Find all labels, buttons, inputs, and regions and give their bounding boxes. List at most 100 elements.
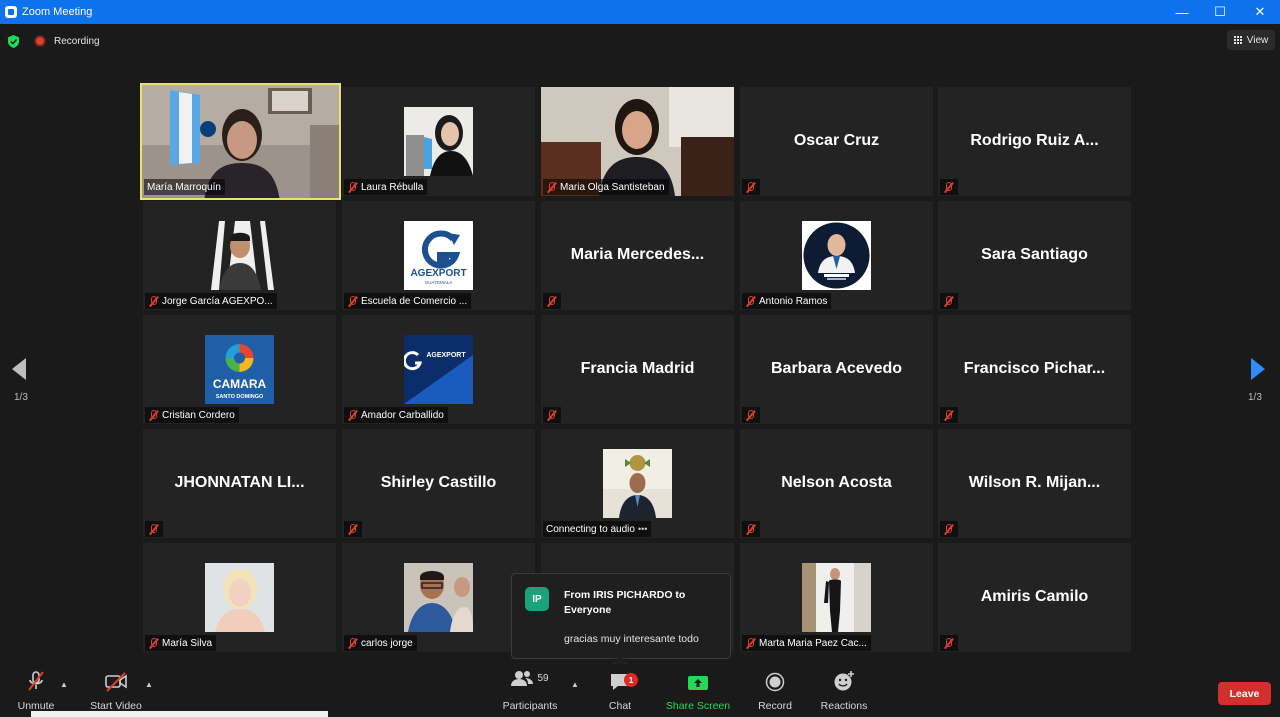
video-options-chevron-icon[interactable]: ▲ bbox=[145, 680, 153, 689]
participants-options-chevron-icon[interactable]: ▲ bbox=[571, 680, 579, 689]
participant-tile[interactable]: Francisco Pichar... bbox=[938, 315, 1131, 424]
muted-mic-icon bbox=[745, 637, 756, 649]
muted-mic-icon bbox=[745, 181, 756, 193]
profile-picture bbox=[802, 563, 871, 632]
leave-button[interactable]: Leave bbox=[1218, 682, 1271, 705]
participant-name: Amador Carballido bbox=[361, 409, 444, 421]
close-icon[interactable]: ✕ bbox=[1240, 0, 1280, 24]
recording-label[interactable]: Recording bbox=[54, 36, 100, 47]
participant-name-label bbox=[940, 635, 958, 651]
share-screen-icon bbox=[688, 676, 708, 690]
chat-notification-popup[interactable]: IP From IRIS PICHARDO to Everyone gracia… bbox=[511, 573, 731, 671]
participant-tile[interactable]: Oscar Cruz bbox=[740, 87, 933, 196]
participant-tile[interactable]: Barbara Acevedo bbox=[740, 315, 933, 424]
logo-text: AGEXPORT bbox=[426, 352, 466, 359]
participant-tile[interactable]: Amiris Camilo bbox=[938, 543, 1131, 652]
record-button[interactable]: Record bbox=[755, 664, 795, 717]
video-off-icon bbox=[105, 672, 127, 692]
profile-picture bbox=[603, 449, 672, 518]
participant-name: Marta Maria Paez Cac... bbox=[759, 637, 867, 649]
encryption-shield-icon[interactable] bbox=[7, 35, 20, 48]
participant-tile[interactable]: Rodrigo Ruiz A... bbox=[938, 87, 1131, 196]
record-icon bbox=[765, 672, 785, 692]
muted-mic-icon bbox=[546, 409, 557, 421]
participant-tile[interactable]: Francia Madrid bbox=[541, 315, 734, 424]
participant-name-label: Laura Rébulla bbox=[344, 179, 428, 195]
participant-tile[interactable]: carlos jorge bbox=[342, 543, 535, 652]
participant-tile[interactable]: Sara Santiago bbox=[938, 201, 1131, 310]
participant-tile[interactable]: Wilson R. Mijan... bbox=[938, 429, 1131, 538]
participant-name-label bbox=[344, 521, 362, 537]
share-screen-label: Share Screen bbox=[665, 700, 731, 712]
profile-picture: AGEXPORT bbox=[404, 335, 473, 404]
muted-mic-icon bbox=[546, 295, 557, 307]
participant-tile[interactable]: CAMARA SANTO DOMINGO Cristian Cordero bbox=[143, 315, 336, 424]
page-indicator-left: 1/3 bbox=[14, 392, 28, 403]
participant-name-label: Antonio Ramos bbox=[742, 293, 832, 309]
video-tile[interactable]: Maria Olga Santisteban bbox=[541, 87, 734, 196]
participant-name-label: Amador Carballido bbox=[344, 407, 448, 423]
muted-mic-icon bbox=[347, 295, 358, 307]
participants-label: Participants bbox=[502, 700, 558, 712]
logo-text: CAMARA bbox=[213, 377, 267, 391]
muted-mic-icon bbox=[943, 295, 954, 307]
video-tile[interactable]: María Marroquín bbox=[140, 83, 341, 200]
participant-tile[interactable]: Laura Rébulla bbox=[342, 87, 535, 196]
reactions-smiley-icon bbox=[834, 671, 854, 691]
participant-display-name: Wilson R. Mijan... bbox=[968, 474, 1101, 491]
meeting-topbar: Recording View bbox=[0, 24, 1280, 58]
participant-tile[interactable]: Jorge García AGEXPO... bbox=[143, 201, 336, 310]
participant-tile[interactable]: JHONNATAN LI... bbox=[143, 429, 336, 538]
profile-picture: CAMARA SANTO DOMINGO bbox=[205, 335, 274, 404]
participants-button[interactable]: 59 Participants bbox=[500, 664, 560, 717]
participant-tile[interactable]: Connecting to audio ••• bbox=[541, 429, 734, 538]
participant-tile[interactable]: AGEXPORT Amador Carballido bbox=[342, 315, 535, 424]
participant-tile[interactable]: Nelson Acosta bbox=[740, 429, 933, 538]
participant-name-label bbox=[940, 407, 958, 423]
muted-mic-icon bbox=[148, 523, 159, 535]
participant-name: Jorge García AGEXPO... bbox=[162, 295, 273, 307]
chat-label: Chat bbox=[608, 700, 632, 712]
unmute-button[interactable]: Unmute bbox=[14, 664, 58, 717]
reactions-button[interactable]: Reactions bbox=[818, 664, 870, 717]
participant-tile[interactable]: Marta Maria Paez Cac... bbox=[740, 543, 933, 652]
start-video-button[interactable]: Start Video bbox=[86, 664, 146, 717]
participant-name-label bbox=[742, 179, 760, 195]
participants-icon bbox=[511, 671, 534, 686]
muted-mic-icon bbox=[745, 295, 756, 307]
gallery-grid-icon bbox=[1233, 35, 1243, 45]
chat-button[interactable]: Chat bbox=[600, 664, 640, 717]
participant-display-name: Oscar Cruz bbox=[793, 132, 880, 149]
participant-name: carlos jorge bbox=[361, 637, 413, 649]
muted-mic-icon bbox=[943, 409, 954, 421]
previous-page-arrow-icon[interactable] bbox=[12, 358, 26, 380]
maximize-icon[interactable]: ☐ bbox=[1200, 0, 1240, 24]
participant-name-label bbox=[742, 521, 760, 537]
agexport-logo: AGEXPORT GUATEMALA bbox=[404, 221, 473, 290]
muted-mic-icon bbox=[347, 181, 358, 193]
participant-tile[interactable]: Antonio Ramos bbox=[740, 201, 933, 310]
participant-tile[interactable]: Shirley Castillo bbox=[342, 429, 535, 538]
participant-name-label: Jorge García AGEXPO... bbox=[145, 293, 277, 309]
next-page-arrow-icon[interactable] bbox=[1251, 358, 1265, 380]
muted-mic-icon bbox=[943, 523, 954, 535]
participant-name-label: Connecting to audio ••• bbox=[543, 521, 652, 537]
share-screen-button[interactable]: Share Screen bbox=[664, 664, 732, 717]
sender-avatar: IP bbox=[525, 587, 549, 611]
participant-name-label: María Silva bbox=[145, 635, 217, 651]
participant-name-label bbox=[543, 293, 561, 309]
participant-tile[interactable]: Maria Mercedes... bbox=[541, 201, 734, 310]
minimize-icon[interactable]: — bbox=[1162, 0, 1202, 24]
participant-tile[interactable]: AGEXPORT GUATEMALA Escuela de Comercio .… bbox=[342, 201, 535, 310]
participant-name-label: Escuela de Comercio ... bbox=[344, 293, 472, 309]
participant-name-label bbox=[940, 521, 958, 537]
profile-picture: AGEXPORT GUATEMALA bbox=[404, 221, 473, 290]
view-button[interactable]: View bbox=[1227, 30, 1275, 50]
audio-options-chevron-icon[interactable]: ▲ bbox=[60, 680, 68, 689]
camara-logo: CAMARA SANTO DOMINGO bbox=[205, 335, 274, 404]
record-label: Record bbox=[758, 700, 792, 712]
profile-picture bbox=[404, 107, 473, 176]
window-titlebar: Zoom Meeting — ☐ ✕ bbox=[0, 0, 1280, 24]
participant-name-label: María Marroquín bbox=[144, 179, 225, 195]
participant-tile[interactable]: María Silva bbox=[143, 543, 336, 652]
